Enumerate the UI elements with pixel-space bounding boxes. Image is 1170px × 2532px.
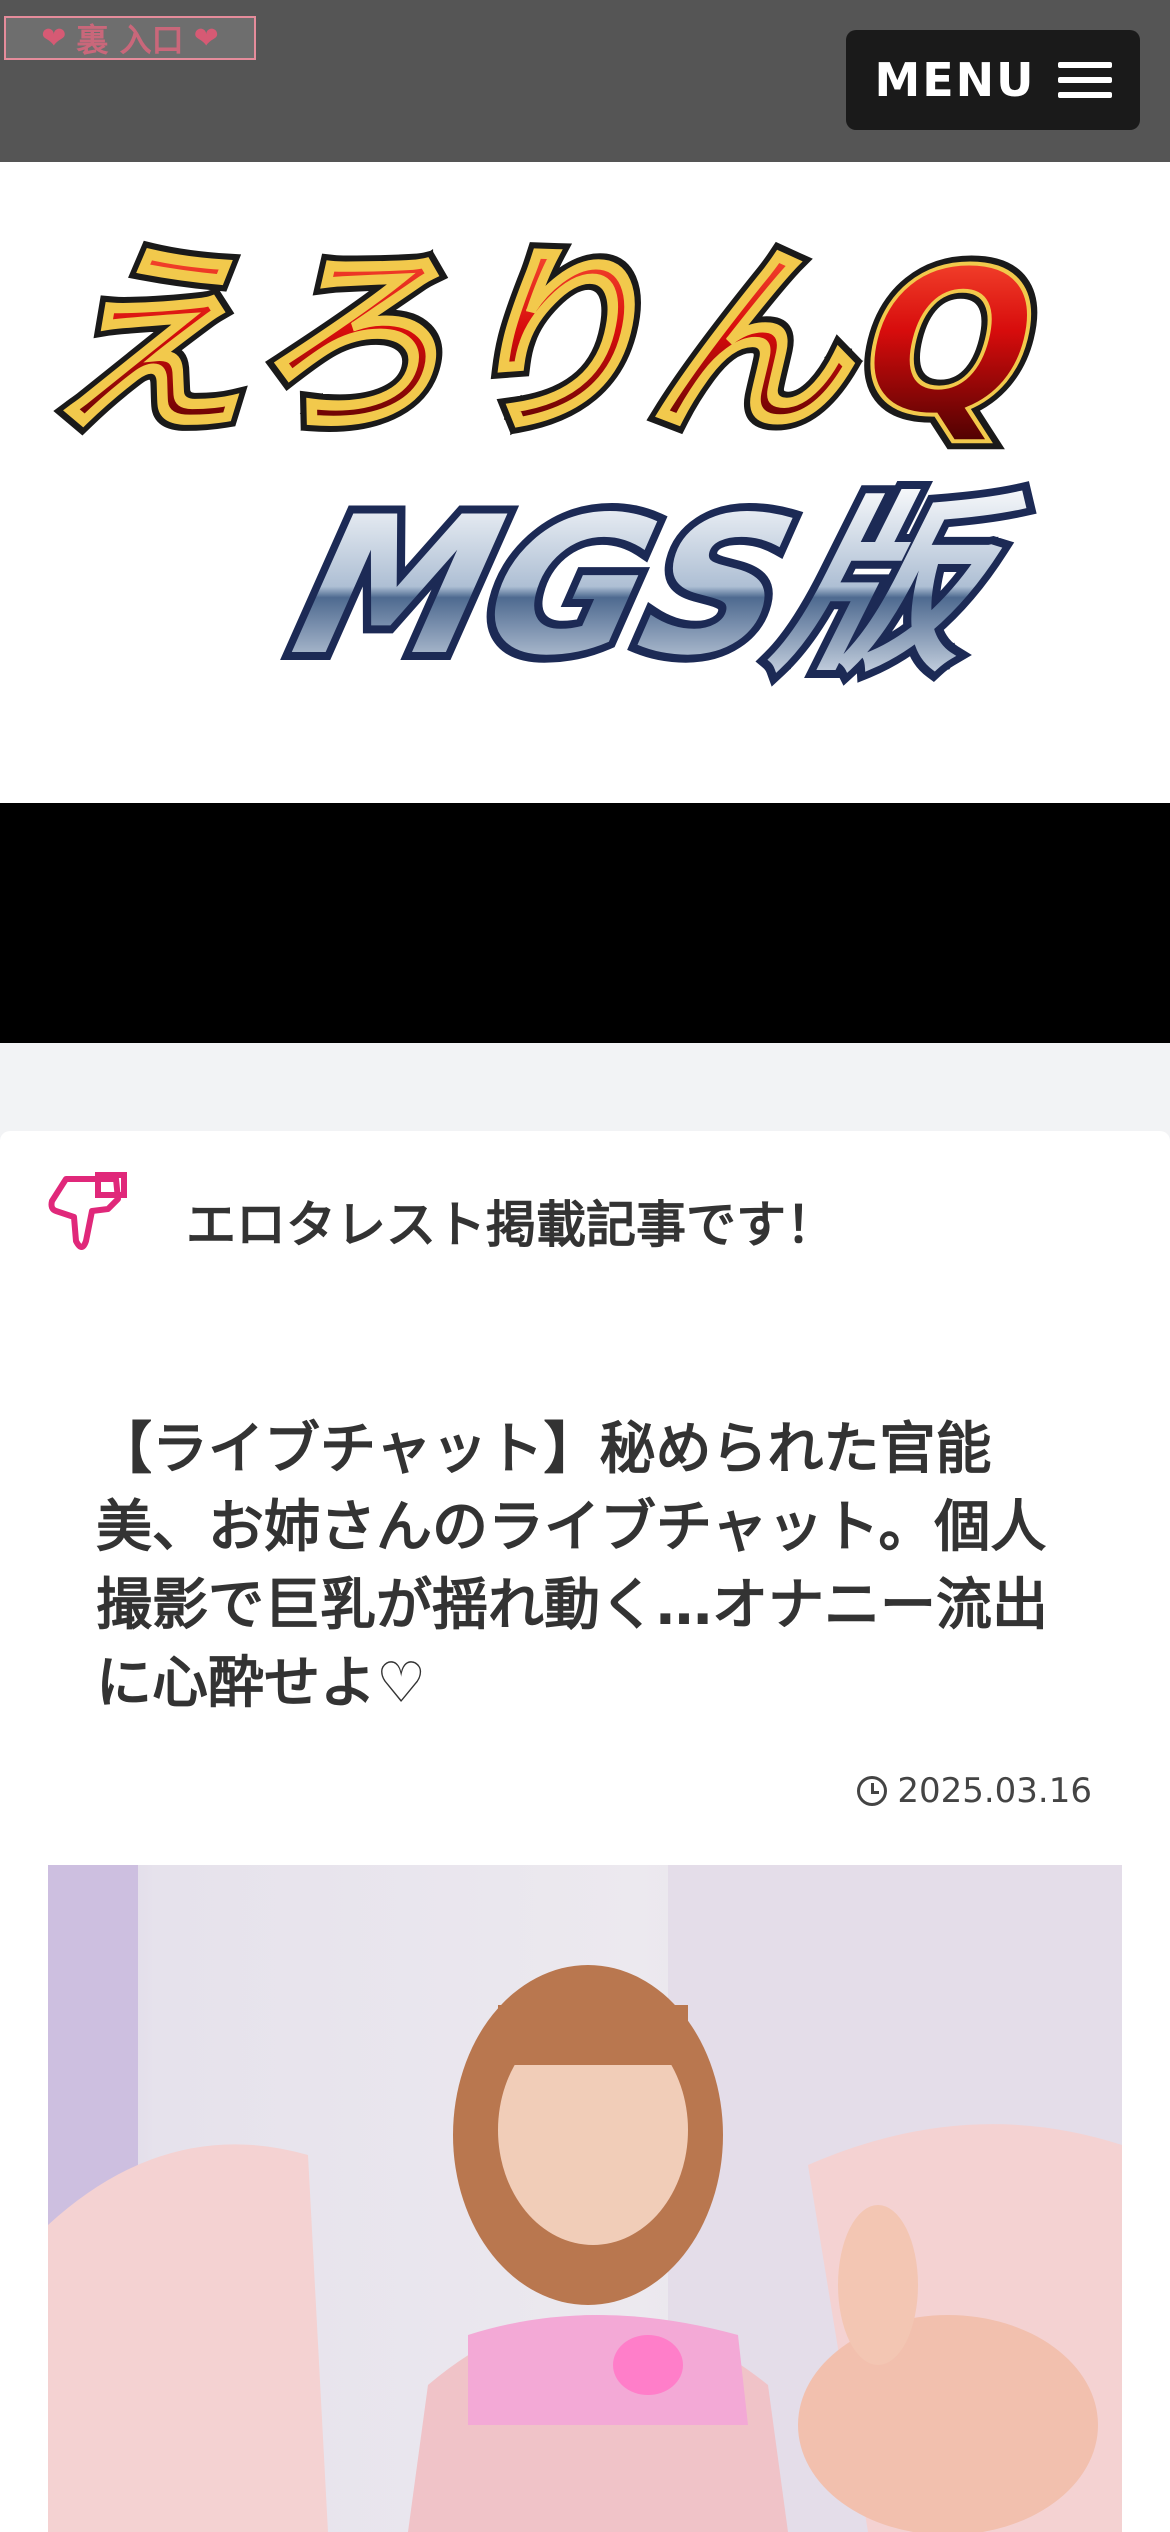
clock-icon xyxy=(857,1776,888,1806)
back-link-label: 裏 入口 xyxy=(76,21,184,59)
article-thumbnail[interactable] xyxy=(48,1865,1122,2532)
eroterest-notice[interactable]: エロタレスト掲載記事です！ xyxy=(48,1171,836,1271)
top-bar: ❤ 裏 入口 ❤ MENU xyxy=(0,0,1170,162)
notice-text: エロタレスト掲載記事です！ xyxy=(186,1196,836,1254)
heart-icon: ❤ xyxy=(193,20,219,56)
heart-icon: ❤ xyxy=(41,20,67,56)
menu-button[interactable]: MENU xyxy=(846,30,1140,130)
logo-line2: MGS版 xyxy=(277,476,1036,698)
logo-line1-outline: えろりんQ xyxy=(40,226,1040,459)
thumbnail-image xyxy=(48,1865,1122,2532)
pointing-hand-icon xyxy=(48,1172,127,1250)
article-title: 【ライブチャット】秘められた官能美、お姉さんのライブチャット。個人撮影で巨乳が揺… xyxy=(96,1417,1048,1716)
post-date-text: 2025.03.16 xyxy=(897,1771,1092,1811)
menu-label: MENU xyxy=(874,53,1036,107)
site-logo-area: えろりんQ えろりんQ MGS版 xyxy=(0,162,1170,803)
black-banner xyxy=(0,803,1170,1043)
back-entrance-link[interactable]: ❤ 裏 入口 ❤ xyxy=(4,16,256,60)
hamburger-icon xyxy=(1057,62,1112,98)
site-logo[interactable]: えろりんQ えろりんQ MGS版 xyxy=(40,202,1040,722)
post-date: 2025.03.16 xyxy=(857,1771,1092,1811)
